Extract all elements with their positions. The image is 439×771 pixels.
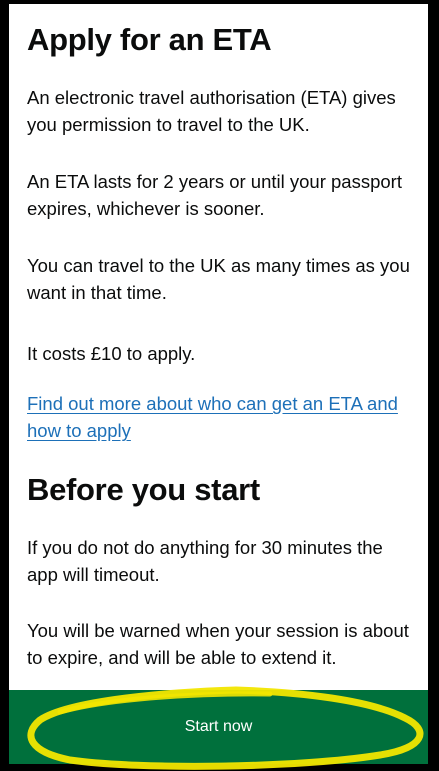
start-now-button[interactable]: Start now	[9, 690, 428, 764]
app-screen: Apply for an ETA An electronic travel au…	[9, 4, 428, 764]
session-warning-paragraph: You will be warned when your session is …	[27, 620, 409, 668]
intro-paragraph-1: An electronic travel authorisation (ETA)…	[27, 87, 396, 135]
timeout-paragraph: If you do not do anything for 30 minutes…	[27, 537, 383, 585]
intro-paragraph-2: An ETA lasts for 2 years or until your p…	[27, 171, 402, 219]
button-bar: Start now	[9, 690, 428, 764]
section-title: Before you start	[27, 472, 260, 507]
cost-paragraph: It costs £10 to apply.	[27, 343, 196, 364]
phone-frame: Apply for an ETA An electronic travel au…	[0, 0, 439, 771]
intro-paragraph-3: You can travel to the UK as many times a…	[27, 255, 410, 303]
find-out-more-link[interactable]: Find out more about who can get an ETA a…	[27, 390, 413, 444]
page-title: Apply for an ETA	[27, 22, 272, 57]
